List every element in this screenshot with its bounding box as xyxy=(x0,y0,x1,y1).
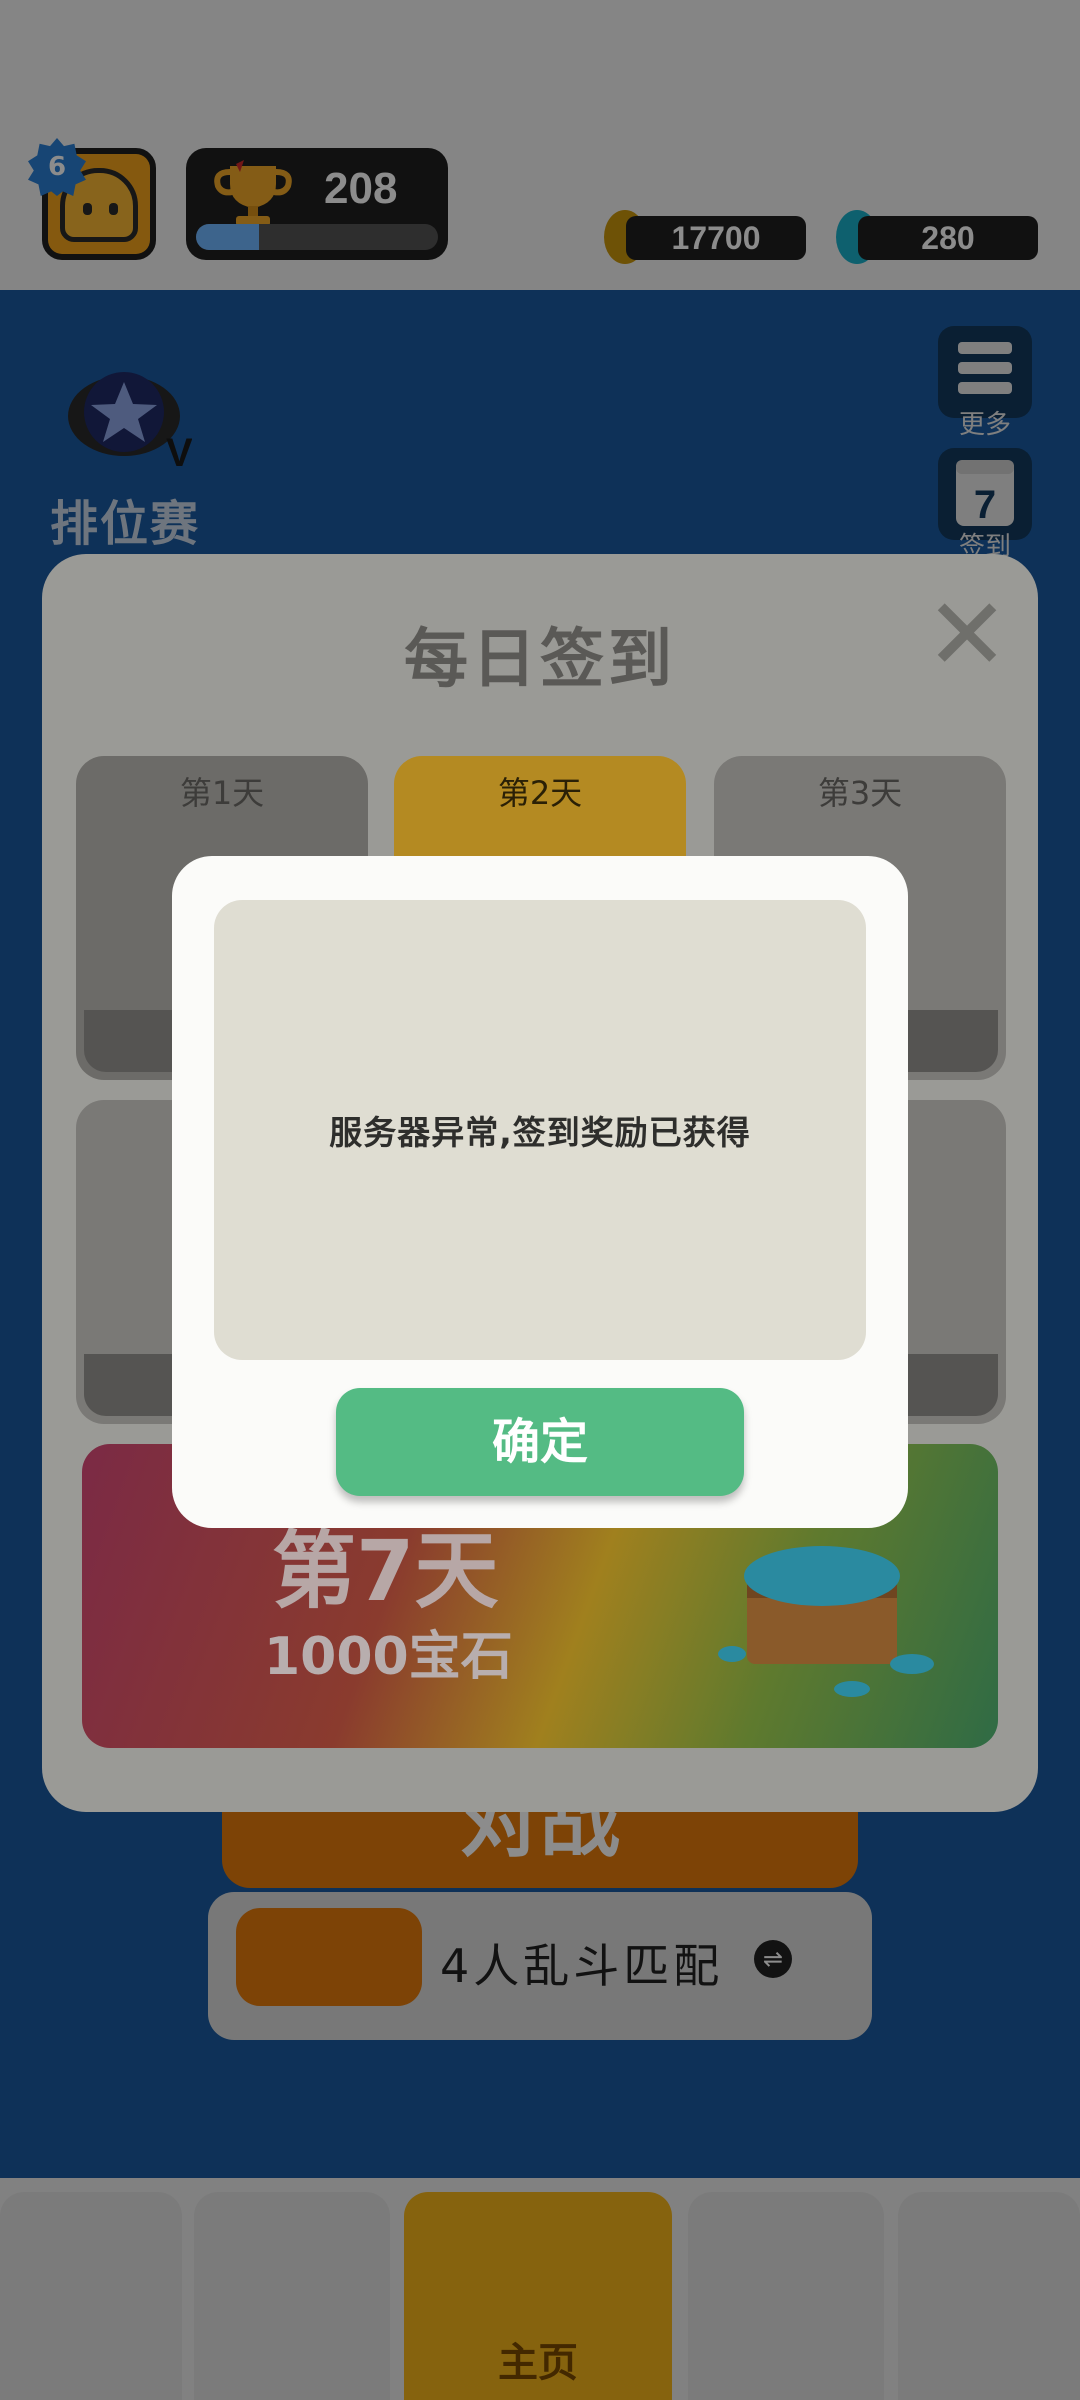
dialog-body: 服务器异常,签到奖励已获得 xyxy=(214,900,866,1360)
error-dialog: 服务器异常,签到奖励已获得 确定 xyxy=(172,856,908,1528)
day-label: 第3天 xyxy=(817,774,903,812)
day7-reward: 1000宝石 xyxy=(264,1627,513,1687)
dialog-message: 服务器异常,签到奖励已获得 xyxy=(329,1113,751,1152)
day-label: 第1天 xyxy=(179,774,265,812)
gem-chest-icon xyxy=(718,1546,934,1697)
confirm-button[interactable]: 确定 xyxy=(336,1388,744,1496)
day-label: 第2天 xyxy=(497,774,583,812)
signin-title: 每日签到 xyxy=(404,623,676,697)
close-icon[interactable]: ✕ xyxy=(924,585,1010,685)
